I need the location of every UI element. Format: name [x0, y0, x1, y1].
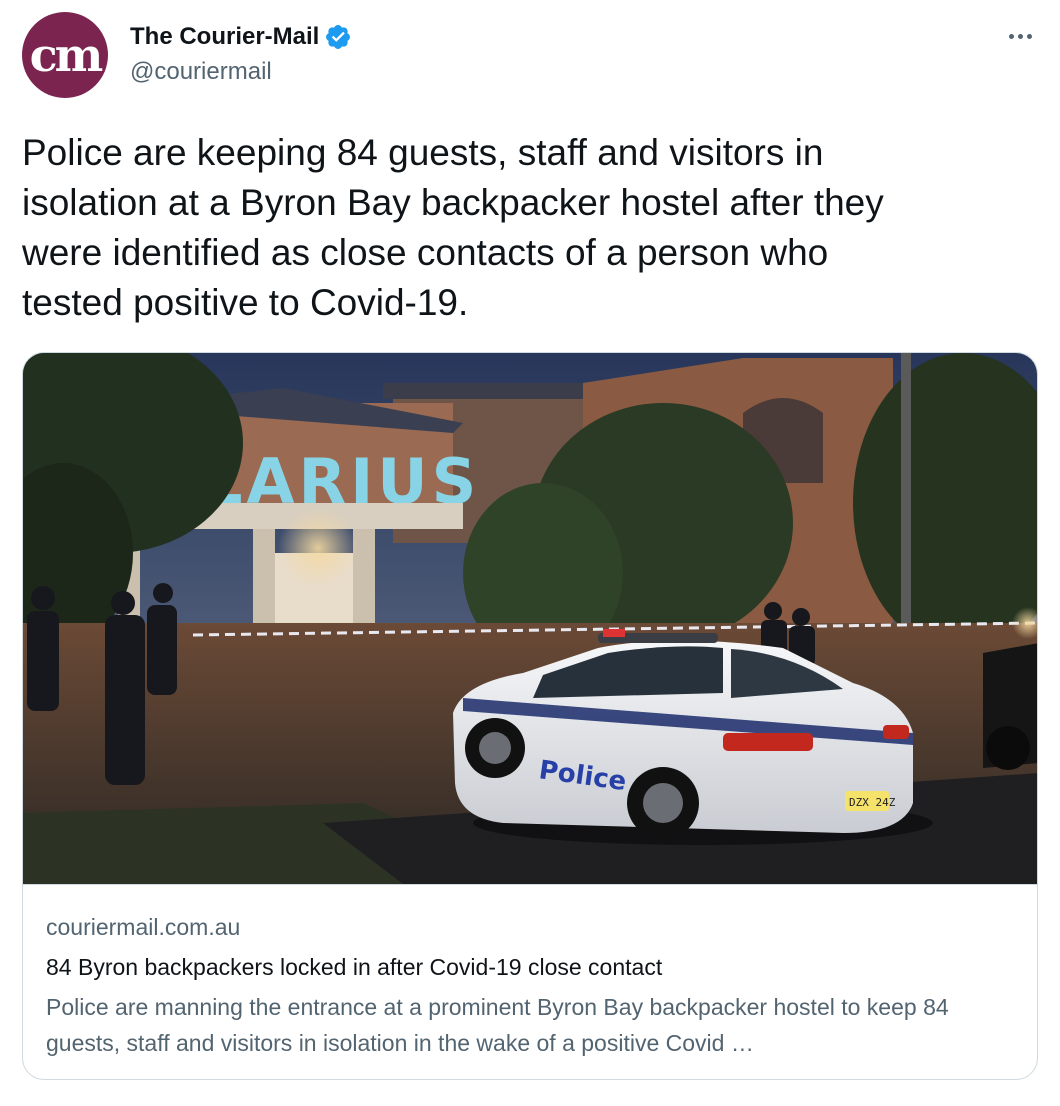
more-options-icon[interactable]: [1004, 24, 1036, 48]
author-avatar[interactable]: cm: [22, 12, 108, 98]
card-image[interactable]: LARIUS Police DZX 24Z: [23, 353, 1038, 885]
verified-badge-icon: [326, 25, 351, 49]
author-name-row: The Courier-Mail: [130, 22, 352, 52]
link-card[interactable]: LARIUS Police DZX 24Z couriermail.com.au…: [22, 352, 1038, 1080]
card-body: couriermail.com.au 84 Byron backpackers …: [46, 911, 1016, 1061]
card-domain[interactable]: couriermail.com.au: [46, 911, 1016, 943]
license-plate: DZX 24Z: [849, 796, 896, 809]
author-display-name[interactable]: The Courier-Mail: [130, 23, 319, 51]
tweet-text: Police are keeping 84 guests, staff and …: [22, 132, 884, 323]
author-handle[interactable]: @couriermail: [130, 58, 272, 86]
card-description: Police are manning the entrance at a pro…: [46, 994, 949, 1056]
card-title[interactable]: 84 Byron backpackers locked in after Cov…: [46, 951, 1016, 983]
